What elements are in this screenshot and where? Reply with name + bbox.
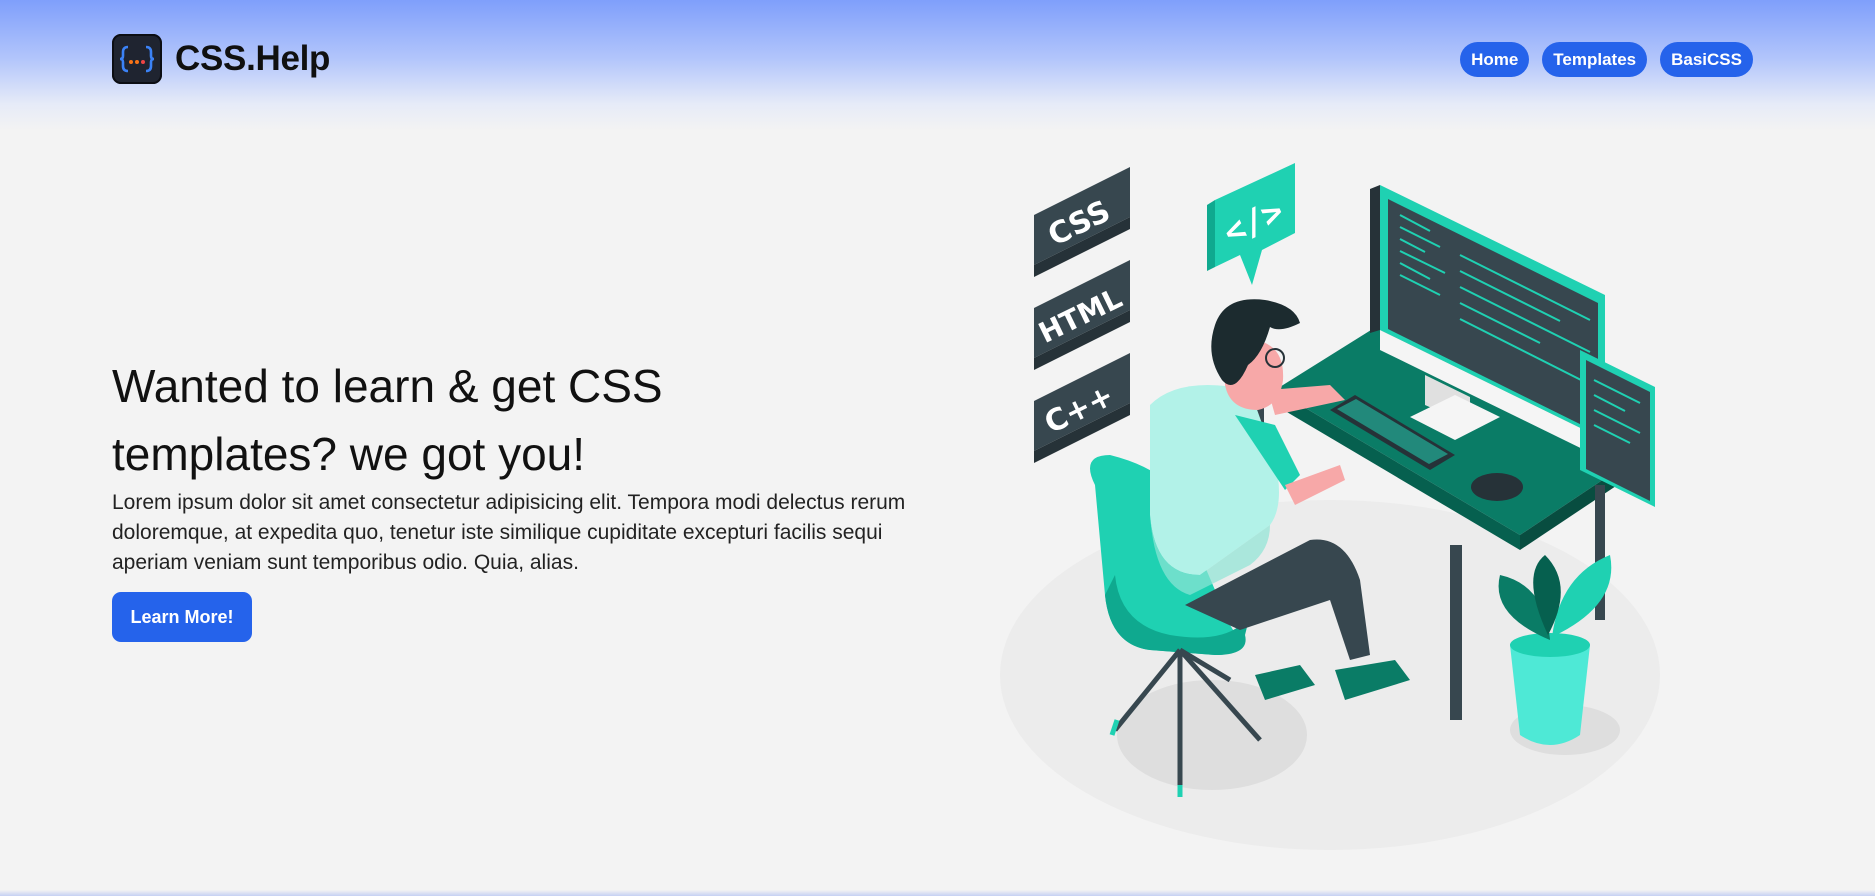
nav-templates-button[interactable]: Templates <box>1542 41 1648 77</box>
bottom-edge-divider <box>0 890 1875 896</box>
cpp-tile-icon: C++ <box>1034 353 1130 463</box>
html-tile-icon: HTML <box>1033 260 1130 370</box>
nav-home-button[interactable]: Home <box>1460 41 1530 77</box>
mouse <box>1471 473 1523 501</box>
curly-braces-logo-icon <box>112 34 162 84</box>
hero-title: Wanted to learn & get CSS templates? we … <box>112 360 663 480</box>
developer-at-desk-illustration: CSS HTML C++ </> <box>1000 163 1660 850</box>
css-tile-icon: CSS <box>1034 167 1130 277</box>
chair-shadow <box>1117 680 1307 790</box>
hero-description: Lorem ipsum dolor sit amet consectetur a… <box>112 491 906 574</box>
brand-name: CSS.Help <box>175 39 331 78</box>
learn-more-button[interactable]: Learn More! <box>112 592 252 642</box>
code-bubble-icon: </> <box>1207 163 1295 285</box>
nav-basicss-button[interactable]: BasiCSS <box>1660 41 1753 77</box>
main-nav: Home Templates BasiCSS <box>1460 41 1753 77</box>
site-header: CSS.Help Home Templates BasiCSS <box>112 33 1753 85</box>
brand[interactable]: CSS.Help <box>112 34 330 84</box>
